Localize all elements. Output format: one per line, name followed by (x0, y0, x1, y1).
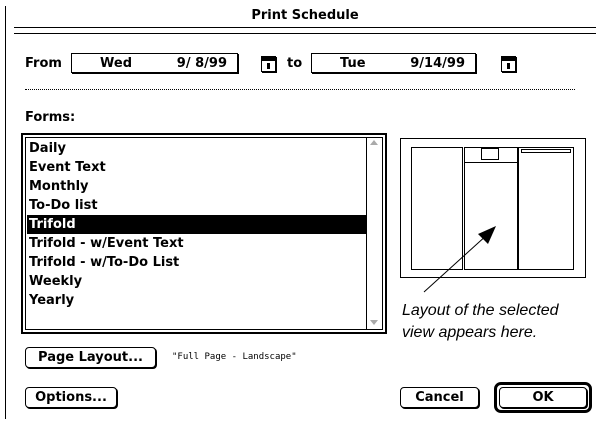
to-date: 9/14/99 (410, 55, 465, 71)
list-item[interactable]: Trifold - w/To-Do List (27, 253, 366, 272)
preview-right-header (521, 149, 571, 153)
ok-button[interactable]: OK (499, 387, 587, 408)
preview-caption-line1: Layout of the selected (402, 302, 559, 319)
separator (25, 89, 575, 90)
window-title: Print Schedule (251, 8, 359, 23)
from-label: From (25, 56, 62, 71)
list-item[interactable]: Event Text (27, 158, 366, 177)
page-layout-button[interactable]: Page Layout... (25, 347, 156, 368)
title-bar[interactable]: Print Schedule (14, 6, 596, 34)
forms-label: Forms: (25, 110, 76, 125)
from-day: Wed (100, 55, 132, 71)
title-bar-lines (14, 27, 596, 34)
from-date-field[interactable]: Wed 9/ 8/99 (71, 53, 238, 73)
forms-list[interactable]: Daily Event Text Monthly To-Do list Trif… (21, 133, 387, 334)
calendar-icon[interactable] (261, 56, 276, 72)
preview-middle-box (481, 148, 499, 160)
preview-caption-line2: view appears here. (402, 324, 538, 341)
list-item[interactable]: Daily (27, 139, 366, 158)
pointer-arrow-icon (423, 226, 496, 293)
up-arrow-icon[interactable] (370, 140, 378, 145)
page-layout-value: "Full Page - Landscape" (172, 352, 297, 362)
from-date: 9/ 8/99 (176, 55, 227, 71)
list-item[interactable]: To-Do list (27, 196, 366, 215)
preview-caption: Layout of the selected view appears here… (402, 300, 602, 344)
list-item[interactable]: Trifold - w/Event Text (27, 234, 366, 253)
cancel-button[interactable]: Cancel (400, 387, 479, 408)
list-item[interactable]: Monthly (27, 177, 366, 196)
list-scrollbar[interactable] (366, 138, 382, 329)
forms-list-inner: Daily Event Text Monthly To-Do list Trif… (25, 137, 383, 330)
to-label: to (287, 56, 303, 71)
to-date-field[interactable]: Tue 9/14/99 (311, 53, 476, 73)
options-button[interactable]: Options... (25, 387, 117, 408)
down-arrow-icon[interactable] (370, 320, 378, 325)
window-left-border (5, 6, 6, 419)
list-item[interactable]: Yearly (27, 291, 366, 310)
list-item-selected[interactable]: Trifold (27, 215, 366, 234)
list-item[interactable]: Weekly (27, 272, 366, 291)
calendar-icon[interactable] (501, 56, 516, 72)
to-day: Tue (340, 55, 366, 71)
preview-panel-right (518, 147, 574, 270)
